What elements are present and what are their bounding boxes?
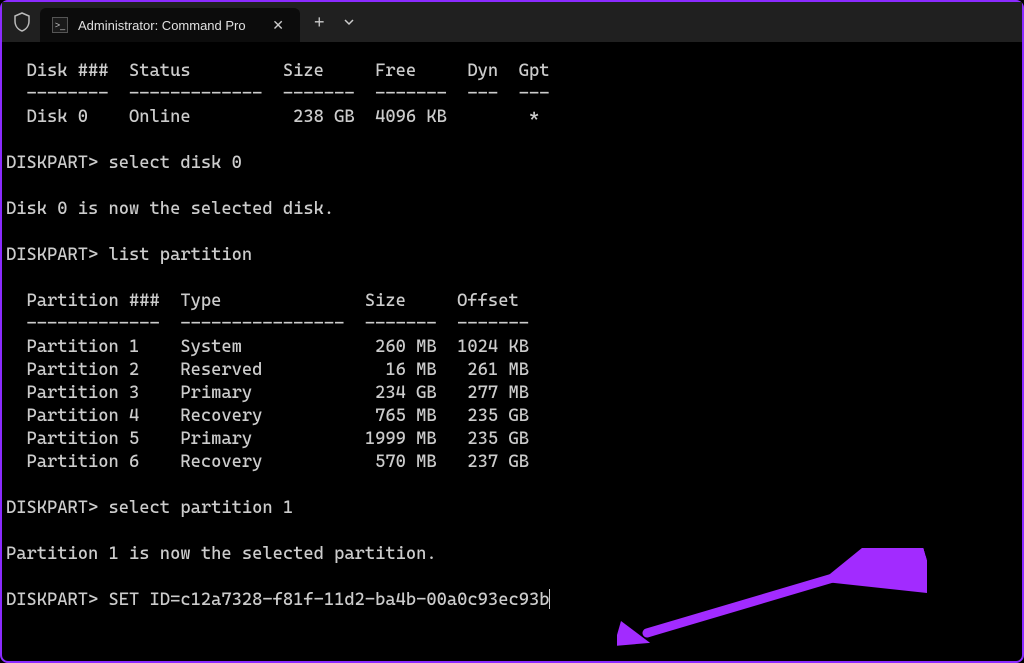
partition-table-row: Partition 1 System 260 MB 1024 KB xyxy=(6,337,529,357)
close-tab-button[interactable]: ✕ xyxy=(268,15,288,36)
disk-table-divider: -------- ------------- ------- ------- -… xyxy=(6,84,549,104)
shield-icon xyxy=(8,8,36,36)
prompt-line: DISKPART> list partition xyxy=(6,245,252,265)
active-tab[interactable]: >_ Administrator: Command Pro ✕ xyxy=(40,8,300,42)
response-line: Disk 0 is now the selected disk. xyxy=(6,199,334,219)
prompt-line-current: DISKPART> SET ID=c12a7328-f81f-11d2-ba4b… xyxy=(6,590,549,610)
partition-table-row: Partition 6 Recovery 570 MB 237 GB xyxy=(6,452,529,472)
disk-table-row: Disk 0 Online 238 GB 4096 KB * xyxy=(6,107,539,127)
partition-table-row: Partition 3 Primary 234 GB 277 MB xyxy=(6,383,529,403)
prompt-line: DISKPART> select disk 0 xyxy=(6,153,242,173)
prompt-line: DISKPART> select partition 1 xyxy=(6,498,293,518)
tab-title: Administrator: Command Pro xyxy=(78,18,258,33)
partition-table-row: Partition 4 Recovery 765 MB 235 GB xyxy=(6,406,529,426)
partition-table-divider: ------------- ---------------- ------- -… xyxy=(6,314,529,334)
partition-table-row: Partition 5 Primary 1999 MB 235 GB xyxy=(6,429,529,449)
disk-table-header: Disk ### Status Size Free Dyn Gpt xyxy=(6,61,549,81)
window-titlebar: >_ Administrator: Command Pro ✕ + xyxy=(2,2,1022,42)
text-cursor xyxy=(549,589,550,609)
partition-table-row: Partition 2 Reserved 16 MB 261 MB xyxy=(6,360,529,380)
partition-table-header: Partition ### Type Size Offset xyxy=(6,291,519,311)
tab-dropdown-button[interactable] xyxy=(343,13,355,32)
new-tab-button[interactable]: + xyxy=(314,12,325,33)
terminal-output[interactable]: Disk ### Status Size Free Dyn Gpt ------… xyxy=(2,42,1022,616)
terminal-icon: >_ xyxy=(52,17,68,33)
response-line: Partition 1 is now the selected partitio… xyxy=(6,544,437,564)
